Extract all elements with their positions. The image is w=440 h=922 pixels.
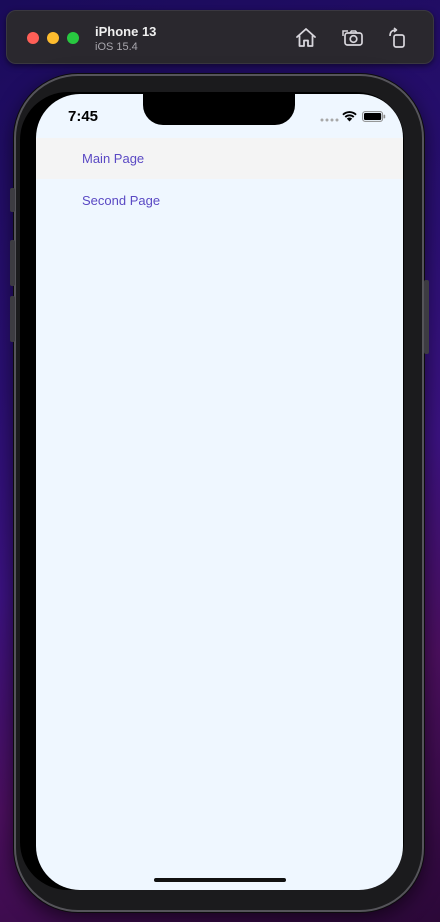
simulator-titlebar: iPhone 13 iOS 15.4 [6,10,434,64]
volume-up-button [10,240,15,286]
zoom-window-button[interactable] [67,32,79,44]
battery-icon [362,111,386,122]
power-button [424,280,429,354]
home-indicator[interactable] [154,878,286,882]
home-icon[interactable] [294,26,318,50]
wifi-icon [342,111,357,122]
status-time: 7:45 [68,108,99,125]
cellular-signal-icon [320,118,339,122]
nav-item-second-page[interactable]: Second Page [36,180,403,221]
mute-switch [10,188,15,212]
volume-down-button [10,296,15,342]
phone-screen: 7:45 Main Page Second Page [36,94,403,890]
rotate-icon[interactable] [386,26,410,50]
close-window-button[interactable] [27,32,39,44]
minimize-window-button[interactable] [47,32,59,44]
device-name: iPhone 13 [95,24,157,39]
device-os-version: iOS 15.4 [95,41,138,53]
notch [143,94,295,125]
camera-icon[interactable] [341,26,365,50]
nav-item-main-page[interactable]: Main Page [36,138,403,179]
